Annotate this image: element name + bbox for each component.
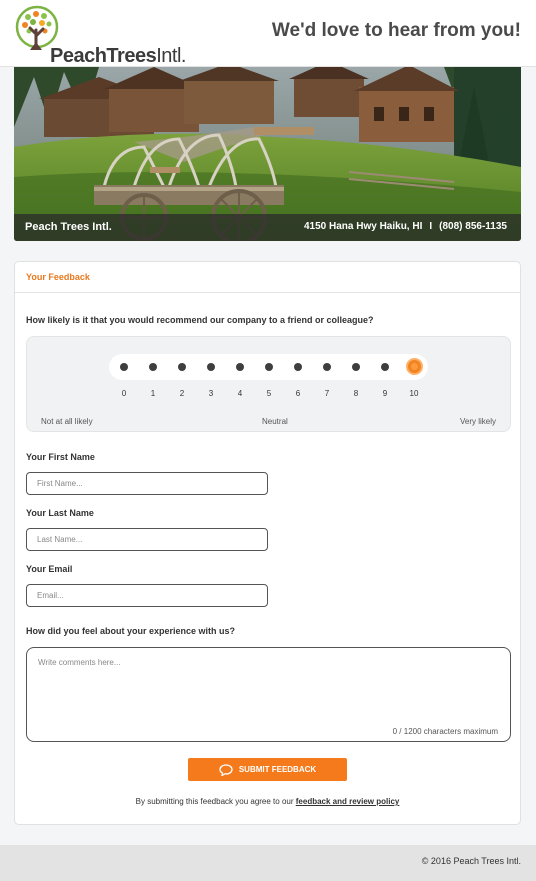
nps-option-4[interactable] bbox=[236, 363, 244, 371]
speech-bubble-icon bbox=[219, 763, 233, 776]
nps-number-6: 6 bbox=[295, 389, 301, 398]
nps-number-9: 9 bbox=[382, 389, 388, 398]
nps-option-3[interactable] bbox=[207, 363, 215, 371]
divider bbox=[15, 292, 520, 293]
nps-low-label: Not at all likely bbox=[41, 417, 93, 426]
nps-option-7[interactable] bbox=[323, 363, 331, 371]
nps-number-5: 5 bbox=[266, 389, 272, 398]
first-name-label: Your First Name bbox=[26, 452, 95, 462]
header: PeachTreesIntl. We'd love to hear from y… bbox=[0, 0, 536, 67]
business-address: 4150 Hana Hwy Haiku, HI bbox=[303, 221, 423, 232]
submit-feedback-button[interactable]: SUBMIT FEEDBACK bbox=[188, 758, 347, 781]
nps-option-10[interactable] bbox=[405, 358, 423, 375]
nps-number-3: 3 bbox=[208, 389, 214, 398]
hero-banner: Peach Trees Intl. 4150 Hana Hwy Haiku, H… bbox=[14, 67, 521, 241]
logo[interactable]: PeachTreesIntl. bbox=[14, 4, 194, 67]
logo-text: PeachTreesIntl. bbox=[50, 45, 186, 67]
business-phone[interactable]: (808) 856-1135 bbox=[439, 221, 507, 232]
feedback-section-title: Your Feedback bbox=[26, 272, 90, 282]
nps-option-6[interactable] bbox=[294, 363, 302, 371]
feedback-card: Your Feedback How likely is it that you … bbox=[14, 261, 521, 825]
nps-number-8: 8 bbox=[353, 389, 359, 398]
policy-notice: By submitting this feedback you agree to… bbox=[15, 797, 520, 806]
last-name-field[interactable] bbox=[26, 528, 268, 551]
email-field[interactable] bbox=[26, 584, 268, 607]
last-name-label: Your Last Name bbox=[26, 508, 94, 518]
nps-question: How likely is it that you would recommen… bbox=[26, 315, 374, 325]
nps-number-10: 10 bbox=[409, 389, 419, 398]
policy-notice-text: By submitting this feedback you agree to… bbox=[135, 797, 294, 806]
nps-mid-label: Neutral bbox=[262, 417, 288, 426]
nps-option-0[interactable] bbox=[120, 363, 128, 371]
business-contact: 4150 Hana Hwy Haiku, HI I (808) 856-1135 bbox=[304, 221, 507, 232]
nps-option-5[interactable] bbox=[265, 363, 273, 371]
nps-option-1[interactable] bbox=[149, 363, 157, 371]
nps-track bbox=[109, 354, 428, 380]
nps-number-2: 2 bbox=[179, 389, 185, 398]
experience-question: How did you feel about your experience w… bbox=[26, 626, 236, 636]
nps-option-2[interactable] bbox=[178, 363, 186, 371]
nps-option-8[interactable] bbox=[352, 363, 360, 371]
business-name: Peach Trees Intl. bbox=[25, 221, 112, 233]
nps-number-1: 1 bbox=[150, 389, 156, 398]
address-separator: I bbox=[429, 221, 433, 232]
nps-number-4: 4 bbox=[237, 389, 243, 398]
first-name-field[interactable] bbox=[26, 472, 268, 495]
nps-number-0: 0 bbox=[121, 389, 127, 398]
nps-high-label: Very likely bbox=[459, 417, 496, 426]
nps-option-9[interactable] bbox=[381, 363, 389, 371]
policy-link[interactable]: feedback and review policy bbox=[296, 797, 400, 806]
nps-number-7: 7 bbox=[324, 389, 330, 398]
email-label: Your Email bbox=[26, 564, 73, 574]
nps-rating-widget: 0 1 2 3 4 5 6 7 8 9 10 Not at all likely Neutral V… bbox=[26, 336, 511, 432]
character-counter: 0 / 1200 characters maximum bbox=[392, 727, 498, 736]
submit-label: SUBMIT FEEDBACK bbox=[238, 765, 317, 774]
copyright: © 2016 Peach Trees Intl. bbox=[421, 856, 521, 866]
page-tagline: We'd love to hear from you! bbox=[271, 20, 521, 41]
footer: © 2016 Peach Trees Intl. bbox=[0, 845, 536, 881]
hero-info-bar: Peach Trees Intl. 4150 Hana Hwy Haiku, H… bbox=[14, 214, 521, 241]
